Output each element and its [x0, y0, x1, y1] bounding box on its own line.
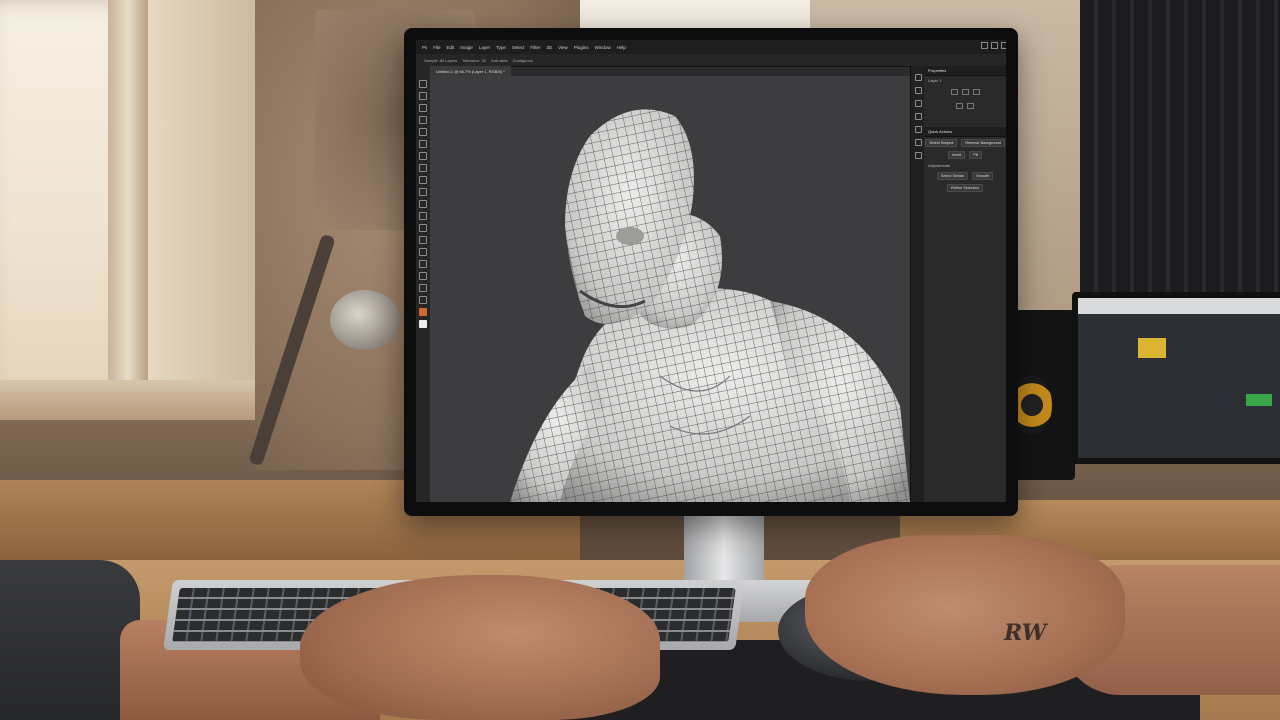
swatches-panel-icon[interactable] — [914, 100, 922, 107]
speaker-cone — [1012, 375, 1052, 435]
camera-icon[interactable] — [950, 89, 958, 95]
crop-tool-icon[interactable] — [419, 128, 427, 136]
workspace-icon[interactable] — [991, 42, 998, 49]
remove-background-button[interactable]: Remove Background — [961, 139, 1005, 147]
menu-item-select[interactable]: Select — [512, 45, 525, 50]
menu-item-help[interactable]: Help — [617, 45, 626, 50]
document-canvas[interactable] — [430, 76, 910, 502]
marquee-tool-icon[interactable] — [419, 92, 427, 100]
wall-panel — [148, 0, 258, 380]
align-right-icon[interactable] — [967, 103, 974, 109]
main-monitor: Ps File Edit Image Layer Type Select Fil… — [404, 28, 1018, 516]
menu-item-type[interactable]: Type — [496, 45, 506, 50]
menu-item-layer[interactable]: Layer — [479, 45, 490, 50]
acoustic-panels — [1080, 0, 1280, 310]
text-tool-icon[interactable] — [419, 260, 427, 268]
grid-icon[interactable] — [972, 89, 980, 95]
link-icon[interactable] — [961, 89, 969, 95]
panel-icon-strip — [910, 66, 925, 502]
move-tool-icon[interactable] — [419, 80, 427, 88]
menu-item-window[interactable]: Window — [595, 45, 611, 50]
quick-actions-title[interactable]: Quick Actions — [924, 127, 1006, 137]
fill-button[interactable]: Fill — [969, 151, 983, 159]
hand-tool-icon[interactable] — [419, 296, 427, 304]
transform-icons — [924, 85, 1006, 99]
history-panel-icon[interactable] — [914, 74, 922, 81]
wireframe-creature — [510, 109, 910, 502]
search-icon[interactable] — [981, 42, 988, 49]
desk-lamp-head — [330, 290, 400, 350]
history-brush-icon[interactable] — [419, 188, 427, 196]
foreground-color-swatch[interactable] — [419, 308, 427, 316]
window-controls — [981, 42, 1006, 49]
refine-selection-button[interactable]: Refine Selection — [947, 184, 983, 192]
wrist-tattoo: RW — [1004, 620, 1047, 646]
menu-item-file[interactable]: File — [433, 45, 440, 50]
right-hand — [805, 535, 1125, 695]
gradient-tool-icon[interactable] — [419, 212, 427, 220]
secondary-monitor-menubar — [1078, 298, 1280, 314]
align-icons — [924, 99, 1006, 113]
secondary-monitor — [1072, 292, 1280, 464]
menu-item-app[interactable]: Ps — [422, 45, 427, 50]
left-hand — [300, 575, 660, 720]
menu-item-image[interactable]: Image — [460, 45, 473, 50]
healing-tool-icon[interactable] — [419, 152, 427, 160]
left-sleeve — [0, 560, 140, 720]
background-color-swatch[interactable] — [419, 320, 427, 328]
select-similar-button[interactable]: Select Similar — [936, 172, 969, 180]
window-sill — [0, 380, 260, 420]
secondary-monitor-green-element — [1246, 394, 1272, 406]
secondary-monitor-yellow-window — [1138, 338, 1166, 358]
stamp-tool-icon[interactable] — [419, 176, 427, 184]
eraser-tool-icon[interactable] — [419, 200, 427, 208]
quick-select-tool-icon[interactable] — [419, 116, 427, 124]
properties-panel-title[interactable]: Properties — [924, 66, 1006, 76]
path-select-icon[interactable] — [419, 272, 427, 280]
menu-item-view[interactable]: View — [558, 45, 568, 50]
menu-item-filter[interactable]: Filter — [530, 45, 540, 50]
brush-panel-icon[interactable] — [914, 113, 922, 120]
layer-row[interactable]: Layer 1 — [924, 76, 1006, 85]
monitor-screen: Ps File Edit Image Layer Type Select Fil… — [416, 40, 1006, 502]
smooth-button[interactable]: Smooth — [972, 172, 994, 180]
share-icon[interactable] — [1001, 42, 1006, 49]
tools-panel — [416, 66, 431, 502]
document-tab[interactable]: Untitled-1 @ 66.7% (Layer 1, RGB/8) * — [430, 66, 511, 76]
align-left-icon[interactable] — [956, 103, 963, 109]
layers-panel-icon[interactable] — [914, 139, 922, 146]
shape-tool-icon[interactable] — [419, 284, 427, 292]
select-subject-button[interactable]: Select Subject — [925, 139, 958, 147]
menu-item-edit[interactable]: Edit — [447, 45, 455, 50]
eyedropper-tool-icon[interactable] — [419, 140, 427, 148]
pen-tool-icon[interactable] — [419, 248, 427, 256]
option-antialias[interactable]: Anti-alias — [491, 58, 507, 63]
menu-item-3d[interactable]: 3D — [546, 45, 552, 50]
dodge-tool-icon[interactable] — [419, 236, 427, 244]
option-sample[interactable]: Sample: All Layers — [424, 58, 457, 63]
window-frame — [108, 0, 148, 420]
option-contiguous[interactable]: Contiguous — [513, 58, 533, 63]
right-panels: Properties Layer 1 Quick Actions Select … — [924, 66, 1006, 502]
lasso-tool-icon[interactable] — [419, 104, 427, 112]
option-tolerance[interactable]: Tolerance: 32 — [462, 58, 486, 63]
menu-item-plugins[interactable]: Plugins — [574, 45, 589, 50]
brush-tool-icon[interactable] — [419, 164, 427, 172]
blur-tool-icon[interactable] — [419, 224, 427, 232]
app-menubar: Ps File Edit Image Layer Type Select Fil… — [416, 40, 1006, 54]
play-panel-icon[interactable] — [914, 87, 922, 94]
channels-panel-icon[interactable] — [914, 152, 922, 159]
paragraph-panel-icon[interactable] — [914, 126, 922, 133]
creature-eye — [616, 227, 644, 245]
adjustments-label: Adjustments — [928, 163, 951, 168]
invert-button[interactable]: Invert — [947, 151, 966, 159]
